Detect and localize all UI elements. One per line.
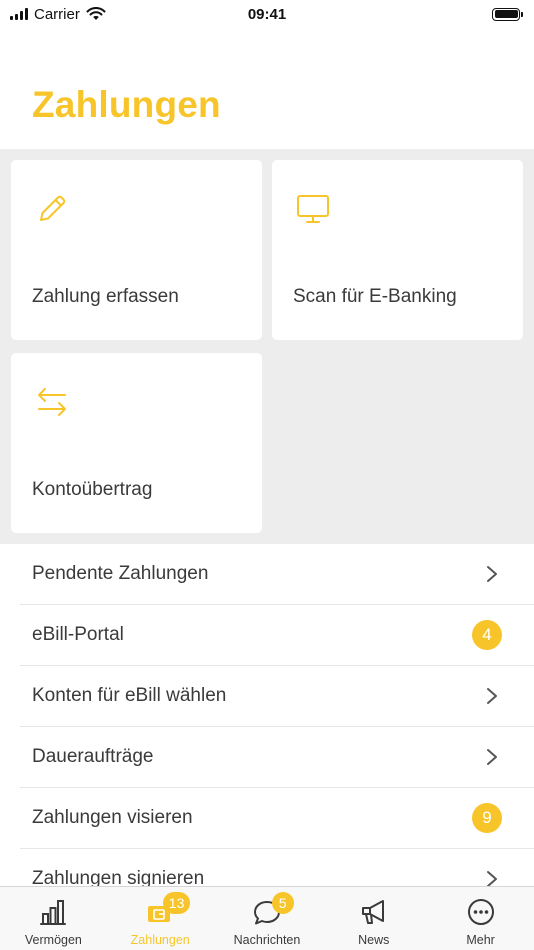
pencil-icon — [40, 195, 66, 221]
tab-label: Zahlungen — [130, 933, 190, 947]
count-badge: 9 — [472, 803, 502, 833]
carrier-name: Carrier — [34, 5, 80, 23]
tab-nachrichten[interactable]: 5 Nachrichten — [214, 887, 321, 950]
tile-label: Scan für E-Banking — [293, 286, 457, 307]
list-item-dauerauftraege[interactable]: Daueraufträge — [20, 727, 534, 788]
tab-label: News — [358, 933, 390, 947]
status-left: Carrier — [10, 6, 106, 23]
tab-zahlungen[interactable]: 13 Zahlungen — [107, 887, 214, 950]
list-item-konten-ebill[interactable]: Konten für eBill wählen — [20, 666, 534, 727]
list-item-zahlungen-visieren[interactable]: Zahlungen visieren 9 — [20, 788, 534, 849]
tab-bar: Vermögen 13 Zahlungen 5 Nachrichten News… — [0, 886, 534, 950]
tile-kontouebertrag[interactable]: Kontoübertrag — [11, 353, 262, 533]
page-title: Zahlungen — [32, 84, 221, 125]
list-item-label: eBill-Portal — [32, 624, 124, 645]
tab-badge: 13 — [162, 892, 191, 914]
list-item-pendente-zahlungen[interactable]: Pendente Zahlungen — [20, 544, 534, 605]
list-item-ebill-portal[interactable]: eBill-Portal 4 — [20, 605, 534, 666]
chevron-right-icon — [487, 749, 497, 765]
tile-label: Zahlung erfassen — [32, 286, 179, 307]
more-dots-icon — [467, 899, 494, 925]
tile-zahlung-erfassen[interactable]: Zahlung erfassen — [11, 160, 262, 340]
list-item-label: Zahlungen visieren — [32, 807, 193, 828]
wifi-icon — [86, 7, 106, 20]
monitor-icon — [297, 195, 329, 223]
list-item-label: Daueraufträge — [32, 746, 154, 767]
tab-mehr[interactable]: Mehr — [427, 887, 534, 950]
quick-actions-area: Zahlung erfassen Scan für E-Banking Kont… — [0, 149, 534, 544]
tab-news[interactable]: News — [320, 887, 427, 950]
megaphone-icon — [361, 900, 384, 924]
tab-badge: 5 — [271, 892, 294, 914]
bar-chart-icon — [40, 900, 67, 925]
tab-label: Nachrichten — [233, 933, 301, 947]
tab-vermoegen[interactable]: Vermögen — [0, 887, 107, 950]
list-item-label: Konten für eBill wählen — [32, 685, 227, 706]
transfer-arrows-icon — [38, 388, 66, 416]
payments-menu-list: Pendente Zahlungen eBill-Portal 4 Konten… — [0, 544, 534, 910]
chevron-right-icon — [487, 688, 497, 704]
chevron-right-icon — [487, 566, 497, 582]
tab-label: Vermögen — [24, 933, 82, 947]
tile-scan-e-banking[interactable]: Scan für E-Banking — [272, 160, 523, 340]
tab-label: Mehr — [466, 933, 495, 947]
signal-icon — [10, 8, 28, 20]
tile-label: Kontoübertrag — [32, 479, 153, 500]
status-bar: Carrier 09:41 — [0, 0, 534, 28]
battery-icon — [492, 7, 523, 21]
count-badge: 4 — [472, 620, 502, 650]
list-item-label: Pendente Zahlungen — [32, 563, 209, 584]
